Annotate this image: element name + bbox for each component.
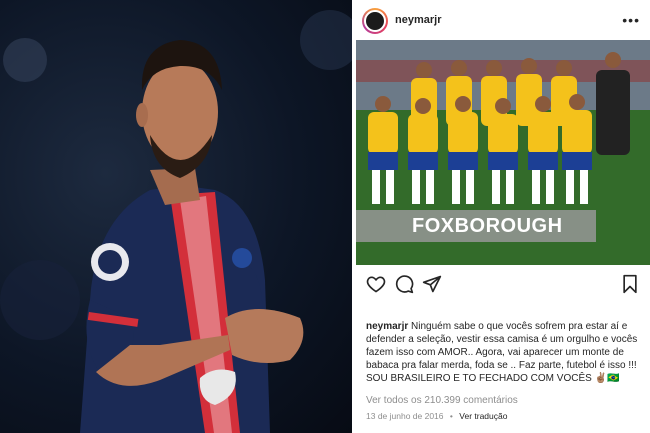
location-banner: FOXBOROUGH xyxy=(356,210,596,242)
comment-icon[interactable] xyxy=(394,274,414,294)
avatar[interactable] xyxy=(362,8,388,34)
bookmark-icon[interactable] xyxy=(620,274,640,294)
player-photo xyxy=(0,0,352,433)
post-image[interactable]: FOXBOROUGH xyxy=(356,40,650,265)
player-illustration xyxy=(0,10,352,433)
view-comments-link[interactable]: Ver todos os 210.399 comentários xyxy=(366,395,518,406)
post-date: 13 de junho de 2016 xyxy=(366,411,444,421)
meta-separator: • xyxy=(449,411,453,421)
translate-link[interactable]: Ver tradução xyxy=(459,411,507,421)
caption-line2: SOU BRASILEIRO E TO FECHADO COM VOCÊS ✌🏽… xyxy=(366,373,620,384)
caption-username[interactable]: neymarjr xyxy=(366,321,408,332)
post-username[interactable]: neymarjr xyxy=(395,14,441,26)
heart-icon[interactable] xyxy=(366,274,386,294)
post-header: neymarjr ••• xyxy=(352,0,650,40)
post-caption: neymarjr Ninguém sabe o que vocês sofrem… xyxy=(366,320,644,385)
post-actions xyxy=(352,270,650,298)
post-meta: 13 de junho de 2016 • Ver tradução xyxy=(366,411,507,421)
more-icon[interactable]: ••• xyxy=(622,12,640,28)
banner-text: FOXBOROUGH xyxy=(412,214,563,237)
instagram-post: neymarjr ••• FOXBOROUGH neymarjr Ninguém… xyxy=(352,0,650,433)
share-icon[interactable] xyxy=(422,274,442,294)
